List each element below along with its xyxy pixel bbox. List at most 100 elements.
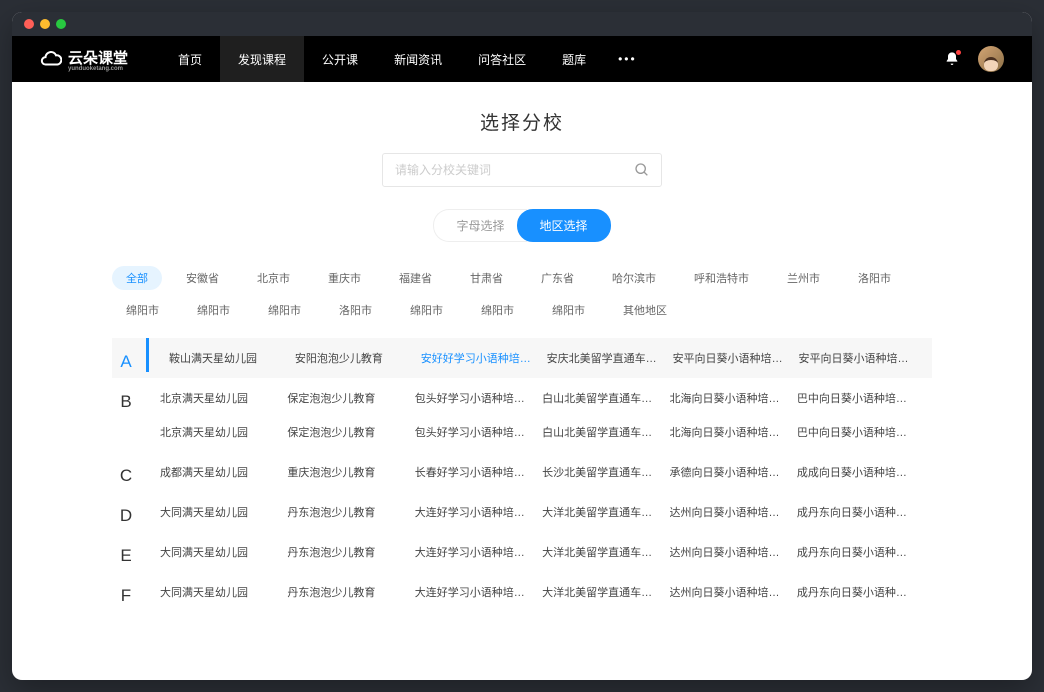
region-14[interactable]: 洛阳市	[325, 298, 386, 322]
school-item[interactable]: 安庆北美留学直通车分校	[547, 350, 673, 366]
school-item[interactable]: 北京满天星幼儿园	[160, 424, 287, 440]
region-0[interactable]: 全部	[112, 266, 162, 290]
letter-E: E	[120, 532, 131, 566]
school-item[interactable]: 大同满天星幼儿园	[160, 584, 287, 600]
school-item[interactable]: 鞍山满天星幼儿园	[169, 350, 295, 366]
region-5[interactable]: 甘肃省	[456, 266, 517, 290]
school-item[interactable]: 重庆泡泡少儿教育	[287, 464, 414, 480]
window-titlebar	[12, 12, 1032, 36]
school-item[interactable]: 长春好学习小语种培训班	[415, 464, 542, 480]
region-15[interactable]: 绵阳市	[396, 298, 457, 322]
region-1[interactable]: 安徽省	[172, 266, 233, 290]
school-item[interactable]: 丹东泡泡少儿教育	[287, 544, 414, 560]
school-item[interactable]: 安阳泡泡少儿教育	[295, 350, 421, 366]
region-8[interactable]: 呼和浩特市	[680, 266, 763, 290]
page-title: 选择分校	[12, 108, 1032, 135]
region-17[interactable]: 绵阳市	[538, 298, 599, 322]
nav-item-1[interactable]: 发现课程	[220, 36, 304, 82]
school-item[interactable]: 巴中向日葵小语种培训班	[797, 424, 924, 440]
school-item[interactable]: 承德向日葵小语种培训班	[670, 464, 797, 480]
school-item[interactable]: 成丹东向日葵小语种培训班	[797, 584, 924, 600]
notification-badge	[956, 50, 961, 55]
letter-F: F	[121, 572, 131, 606]
items-A: 鞍山满天星幼儿园安阳泡泡少儿教育安好好学习小语种培训班安庆北美留学直通车分校安平…	[149, 338, 932, 378]
nav-item-2[interactable]: 公开课	[304, 36, 376, 82]
school-item[interactable]: 大洋北美留学直通车分校	[542, 544, 669, 560]
school-item[interactable]: 包头好学习小语种培训班	[415, 390, 542, 406]
nav-item-3[interactable]: 新闻资讯	[376, 36, 460, 82]
region-3[interactable]: 重庆市	[314, 266, 375, 290]
school-item[interactable]: 成丹东向日葵小语种培训班	[797, 504, 924, 520]
header-right	[944, 46, 1004, 72]
region-18[interactable]: 其他地区	[609, 298, 681, 322]
school-item[interactable]: 安好好学习小语种培训班	[421, 350, 547, 366]
group-F: F 大同满天星幼儿园丹东泡泡少儿教育大连好学习小语种培训班大洋北美留学直通车分校达…	[112, 572, 932, 612]
school-item[interactable]: 成成向日葵小语种培训班	[797, 464, 924, 480]
school-item[interactable]: 大连好学习小语种培训班	[415, 504, 542, 520]
search-icon[interactable]	[634, 162, 650, 178]
logo[interactable]: 云朵课堂 yunduoketang.com	[40, 47, 128, 72]
school-item[interactable]: 白山北美留学直通车分校	[542, 424, 669, 440]
school-item[interactable]: 白山北美留学直通车分校	[542, 390, 669, 406]
region-13[interactable]: 绵阳市	[254, 298, 315, 322]
school-item[interactable]: 安平向日葵小语种培训班	[673, 350, 799, 366]
school-item[interactable]: 保定泡泡少儿教育	[287, 390, 414, 406]
group-A: A鞍山满天星幼儿园安阳泡泡少儿教育安好好学习小语种培训班安庆北美留学直通车分校安…	[112, 338, 932, 378]
school-item[interactable]: 巴中向日葵小语种培训班	[797, 390, 924, 406]
search-input[interactable]	[382, 153, 662, 187]
school-item[interactable]: 达州向日葵小语种培训班	[670, 544, 797, 560]
school-item[interactable]: 大连好学习小语种培训班	[415, 544, 542, 560]
school-item[interactable]: 包头好学习小语种培训班	[415, 424, 542, 440]
school-item[interactable]: 达州向日葵小语种培训班	[670, 504, 797, 520]
logo-text: 云朵课堂	[68, 50, 128, 67]
region-7[interactable]: 哈尔滨市	[598, 266, 670, 290]
maximize-dot[interactable]	[56, 19, 66, 29]
search-box	[382, 153, 662, 187]
school-item[interactable]: 大洋北美留学直通车分校	[542, 504, 669, 520]
school-item[interactable]: 北海向日葵小语种培训班	[670, 390, 797, 406]
close-dot[interactable]	[24, 19, 34, 29]
items-E: 大同满天星幼儿园丹东泡泡少儿教育大连好学习小语种培训班大洋北美留学直通车分校达州…	[140, 532, 932, 572]
region-16[interactable]: 绵阳市	[467, 298, 528, 322]
region-filter: 全部安徽省北京市重庆市福建省甘肃省广东省哈尔滨市呼和浩特市兰州市洛阳市绵阳市绵阳…	[12, 242, 1032, 322]
page-content: 选择分校 字母选择地区选择 全部安徽省北京市重庆市福建省甘肃省广东省哈尔滨市呼和…	[12, 82, 1032, 680]
cloud-logo-icon	[40, 48, 62, 70]
letter-D: D	[120, 492, 132, 526]
school-item[interactable]: 成都满天星幼儿园	[160, 464, 287, 480]
nav-item-5[interactable]: 题库	[544, 36, 604, 82]
region-6[interactable]: 广东省	[527, 266, 588, 290]
school-item[interactable]: 丹东泡泡少儿教育	[287, 504, 414, 520]
school-item[interactable]: 长沙北美留学直通车分校	[542, 464, 669, 480]
school-item[interactable]: 安平向日葵小语种培训班	[798, 350, 924, 366]
region-12[interactable]: 绵阳市	[183, 298, 244, 322]
tab-0[interactable]: 字母选择	[433, 209, 526, 242]
school-item[interactable]: 达州向日葵小语种培训班	[670, 584, 797, 600]
school-item[interactable]: 北海向日葵小语种培训班	[670, 424, 797, 440]
school-list: A鞍山满天星幼儿园安阳泡泡少儿教育安好好学习小语种培训班安庆北美留学直通车分校安…	[12, 338, 1032, 612]
region-11[interactable]: 绵阳市	[112, 298, 173, 322]
group-C: C成都满天星幼儿园重庆泡泡少儿教育长春好学习小语种培训班长沙北美留学直通车分校承…	[112, 452, 932, 492]
school-item[interactable]: 大同满天星幼儿园	[160, 544, 287, 560]
header-bar: 云朵课堂 yunduoketang.com 首页发现课程公开课新闻资讯问答社区题…	[12, 36, 1032, 82]
school-item[interactable]: 大洋北美留学直通车分校	[542, 584, 669, 600]
region-2[interactable]: 北京市	[243, 266, 304, 290]
nav-more-icon[interactable]: •••	[604, 52, 651, 66]
tab-1[interactable]: 地区选择	[517, 209, 611, 242]
minimize-dot[interactable]	[40, 19, 50, 29]
letter-A: A	[120, 338, 131, 372]
region-9[interactable]: 兰州市	[773, 266, 834, 290]
nav-item-0[interactable]: 首页	[160, 36, 220, 82]
school-item[interactable]: 北京满天星幼儿园	[160, 390, 287, 406]
school-item[interactable]: 成丹东向日葵小语种培训班	[797, 544, 924, 560]
group-D: D 大同满天星幼儿园丹东泡泡少儿教育大连好学习小语种培训班大洋北美留学直通车分校达…	[112, 492, 932, 532]
region-10[interactable]: 洛阳市	[844, 266, 905, 290]
nav-item-4[interactable]: 问答社区	[460, 36, 544, 82]
notifications-bell-icon[interactable]	[944, 51, 960, 67]
school-item[interactable]: 丹东泡泡少儿教育	[287, 584, 414, 600]
user-avatar[interactable]	[978, 46, 1004, 72]
items-B: 北京满天星幼儿园保定泡泡少儿教育包头好学习小语种培训班白山北美留学直通车分校北海…	[140, 378, 932, 452]
school-item[interactable]: 大同满天星幼儿园	[160, 504, 287, 520]
school-item[interactable]: 保定泡泡少儿教育	[287, 424, 414, 440]
school-item[interactable]: 大连好学习小语种培训班	[415, 584, 542, 600]
region-4[interactable]: 福建省	[385, 266, 446, 290]
